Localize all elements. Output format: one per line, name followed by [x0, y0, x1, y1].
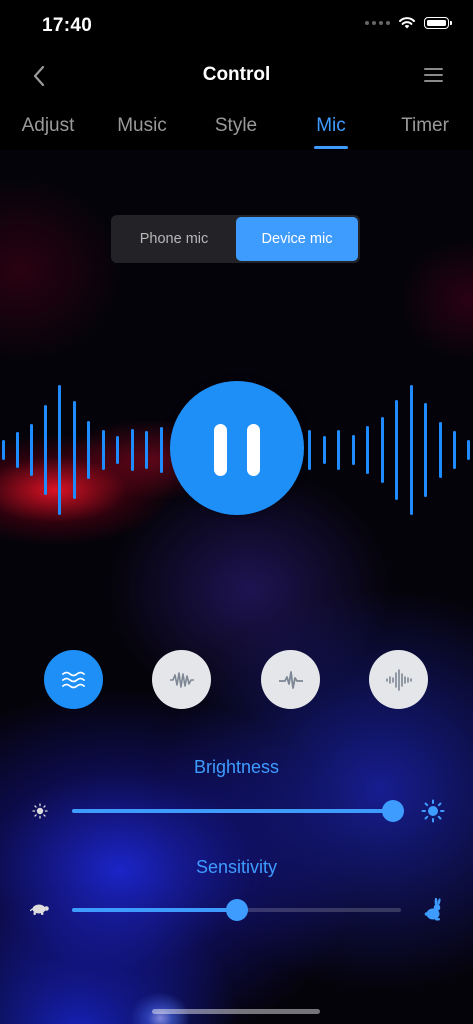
- waveform-bar: [365, 426, 369, 474]
- tab-mic[interactable]: Mic: [316, 115, 346, 137]
- nav-bar: Control: [0, 56, 473, 96]
- waveform-bar: [307, 430, 311, 470]
- home-indicator: [152, 1009, 320, 1014]
- waveform-bar: [101, 430, 105, 470]
- waveform-bar: [423, 403, 427, 497]
- wifi-icon: [399, 17, 415, 29]
- status-bar: 17:40: [0, 0, 473, 50]
- turtle-icon: [30, 904, 49, 915]
- sensitivity-slider[interactable]: [72, 899, 401, 921]
- waveform-bar: [336, 430, 340, 470]
- menu-icon[interactable]: [424, 68, 443, 82]
- tab-timer[interactable]: Timer: [401, 115, 449, 137]
- waveform-bar: [159, 427, 163, 473]
- waves-icon: [61, 671, 85, 688]
- waveform-bar: [43, 405, 47, 495]
- waveform-bar: [322, 436, 326, 464]
- waveform-bar: [29, 424, 33, 476]
- waveform-bar: [144, 431, 148, 469]
- waveform-bar: [452, 431, 456, 469]
- brightness-label: Brightness: [193, 757, 280, 777]
- waveform-bar: [1, 440, 5, 460]
- status-icons: [365, 16, 452, 29]
- pause-icon-right: [247, 424, 260, 476]
- waveform-bar: [72, 401, 76, 499]
- phone-mic-option[interactable]: Phone mic: [113, 217, 235, 261]
- waveform-bar: [394, 400, 398, 500]
- brightness-knob[interactable]: [382, 800, 404, 822]
- sensitivity-label: Sensitivity: [195, 857, 278, 877]
- tab-music[interactable]: Music: [117, 115, 167, 137]
- effect-modes: [0, 650, 473, 710]
- waveform-bar: [380, 417, 384, 483]
- waveform-bar: [351, 435, 355, 465]
- tab-bar: Adjust Music Style Mic Timer: [0, 110, 473, 152]
- waveform-bar: [15, 432, 19, 468]
- waveform-bar: [86, 421, 90, 479]
- device-mic-option[interactable]: Device mic: [236, 217, 358, 261]
- sun-small-icon: [32, 803, 48, 819]
- pulse-icon: [278, 670, 303, 689]
- background-smoke: [0, 150, 473, 1024]
- status-time: 17:40: [42, 15, 93, 36]
- waveform-bar: [438, 422, 442, 478]
- mode-pulse-button[interactable]: [261, 650, 320, 709]
- mode-spectrum-button[interactable]: [369, 650, 428, 709]
- mic-source-selector: Phone mic Device mic: [111, 215, 360, 263]
- mode-waves-button[interactable]: [44, 650, 103, 709]
- tab-adjust[interactable]: Adjust: [22, 115, 75, 137]
- pause-button[interactable]: [170, 381, 304, 515]
- waveform-bar: [130, 429, 134, 471]
- waveform-bar: [409, 385, 413, 515]
- brightness-slider[interactable]: [72, 800, 404, 822]
- sun-large-icon: [421, 799, 445, 823]
- pause-icon-left: [214, 424, 227, 476]
- mode-soundwave-button[interactable]: [152, 650, 211, 709]
- battery-icon: [424, 16, 452, 29]
- brightness-fill: [72, 809, 393, 813]
- tab-style[interactable]: Style: [215, 115, 257, 137]
- rabbit-icon: [424, 898, 441, 921]
- spectrum-icon: [385, 668, 412, 691]
- page-title: Control: [202, 64, 271, 85]
- sensitivity-knob[interactable]: [225, 899, 248, 921]
- signal-icon: [365, 20, 390, 25]
- soundwave-icon: [169, 671, 194, 688]
- waveform-bar: [115, 436, 119, 464]
- waveform-bar: [466, 440, 470, 460]
- sensitivity-fill: [72, 908, 237, 912]
- tab-active-indicator: [314, 146, 348, 149]
- waveform-bar: [57, 385, 61, 515]
